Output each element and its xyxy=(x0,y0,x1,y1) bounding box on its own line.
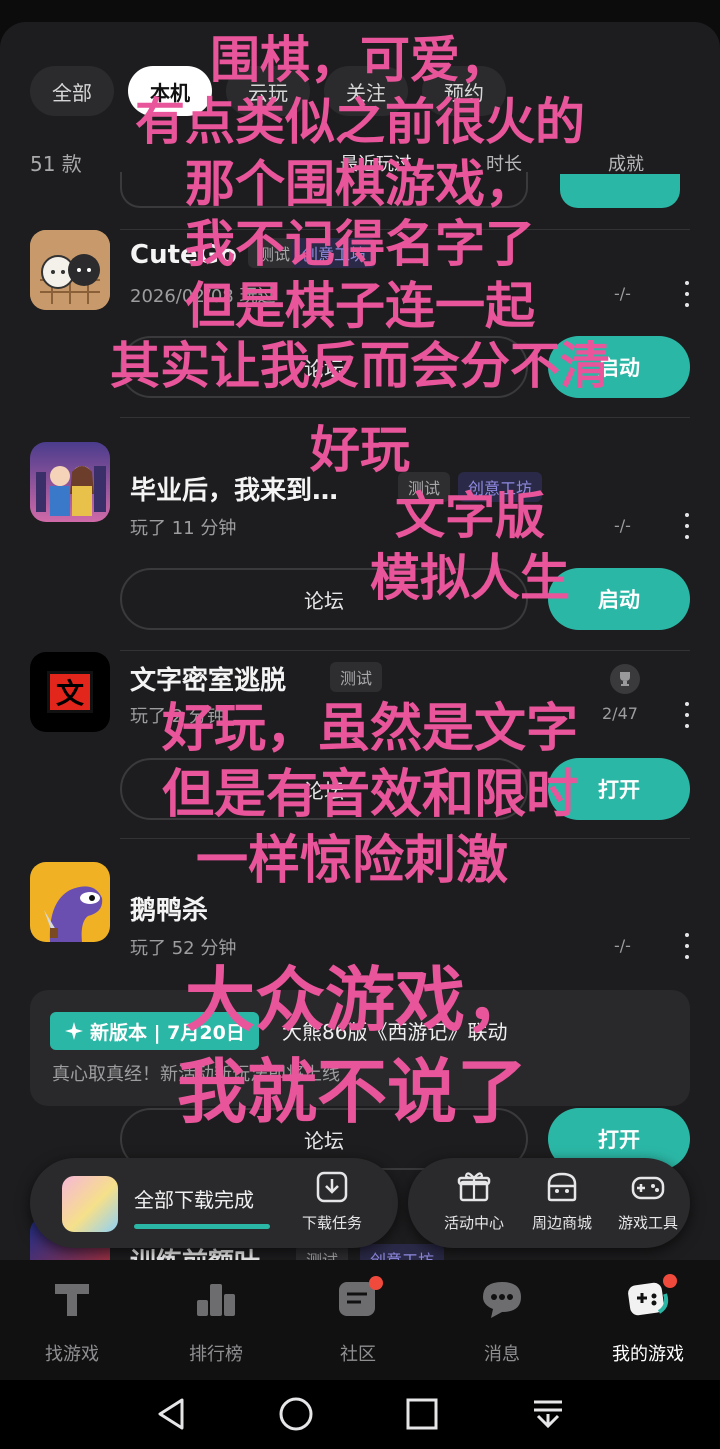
back-icon[interactable] xyxy=(152,1394,192,1434)
forum-button[interactable]: 论坛 xyxy=(120,336,528,398)
last-played: 2026/02/08 玩过 xyxy=(130,286,276,307)
notification-dot xyxy=(663,1274,677,1288)
activity-center-label: 活动中心 xyxy=(443,1214,504,1232)
tag-workshop: 创意工坊 xyxy=(360,1244,445,1260)
nav-my-games[interactable]: 我的游戏 xyxy=(588,1274,708,1366)
play-duration: 玩了 52 分钟 xyxy=(130,938,237,959)
tab-reserved[interactable]: 预约 xyxy=(422,66,506,116)
download-thumbnail xyxy=(62,1176,118,1232)
tag-test: 测试 xyxy=(330,662,383,692)
open-button[interactable]: 打开 xyxy=(548,758,690,820)
launch-button[interactable]: 启动 xyxy=(548,568,690,630)
play-duration: 玩了 11 分钟 xyxy=(130,518,237,539)
game-name[interactable]: 鹅鸭杀 xyxy=(130,890,208,927)
more-options-icon[interactable] xyxy=(684,702,690,728)
launch-button-partial[interactable] xyxy=(560,174,680,208)
bottom-navigation: 找游戏 排行榜 社区 消息 我的游戏 xyxy=(0,1260,720,1380)
game-tools-label: 游戏工具 xyxy=(617,1214,678,1232)
find-games-icon xyxy=(49,1276,95,1322)
forum-button[interactable]: 论坛 xyxy=(120,568,528,630)
system-navigation-bar xyxy=(0,1380,720,1449)
message-icon xyxy=(479,1276,525,1322)
game-name[interactable]: CuteGo xyxy=(130,240,237,270)
achievement-value: 2/47 xyxy=(602,704,638,723)
news-subtitle: 真心取真经！新活动新玩法即将上线 xyxy=(52,1064,340,1085)
nav-community[interactable]: 社区 xyxy=(298,1276,418,1366)
nav-label: 社区 xyxy=(340,1344,376,1365)
home-icon[interactable] xyxy=(276,1394,316,1434)
download-progress-bar xyxy=(134,1224,270,1229)
nav-messages[interactable]: 消息 xyxy=(442,1276,562,1366)
news-title: 大熊86版《西游记》联动 xyxy=(282,1020,508,1044)
notifications-pull-icon[interactable] xyxy=(528,1394,568,1434)
nav-label: 找游戏 xyxy=(45,1344,99,1365)
graduation-game-icon[interactable] xyxy=(30,442,110,522)
tag-test: 测试 xyxy=(398,472,451,502)
my-games-icon xyxy=(625,1274,677,1322)
game-name[interactable]: 文字密室逃脱 xyxy=(130,660,286,697)
launch-button[interactable]: 启动 xyxy=(548,336,690,398)
more-options-icon[interactable] xyxy=(684,933,690,959)
screen: 全部 本机 云玩 关注 预约 51 款 最近玩过 时长 成就 CuteGo 测试… xyxy=(0,0,720,1449)
download-icon xyxy=(315,1170,349,1204)
icon-character: 文 xyxy=(47,671,93,713)
nav-ranking[interactable]: 排行榜 xyxy=(156,1276,276,1366)
nav-label: 我的游戏 xyxy=(612,1344,684,1365)
download-dock[interactable]: 全部下载完成 下载任务 xyxy=(30,1158,398,1248)
forum-button-partial[interactable] xyxy=(120,172,528,208)
gamepad-icon xyxy=(631,1170,665,1204)
nav-label: 排行榜 xyxy=(189,1344,243,1365)
divider xyxy=(120,650,690,651)
community-icon xyxy=(335,1276,383,1322)
gift-icon xyxy=(457,1170,491,1204)
cutego-icon[interactable] xyxy=(30,230,110,310)
tag-workshop: 创意工坊 xyxy=(292,238,377,268)
goose-duck-icon[interactable] xyxy=(30,862,110,942)
download-tasks-button[interactable]: 下载任务 xyxy=(292,1170,372,1233)
more-options-icon[interactable] xyxy=(684,513,690,539)
divider xyxy=(120,229,690,230)
tab-all[interactable]: 全部 xyxy=(30,66,114,116)
merch-store-label: 周边商城 xyxy=(531,1214,592,1232)
download-tasks-label: 下载任务 xyxy=(301,1214,362,1232)
forum-button[interactable]: 论坛 xyxy=(120,758,528,820)
badge-label: 新版本 | 7月20日 xyxy=(90,1021,245,1044)
more-options-icon[interactable] xyxy=(684,281,690,307)
tab-local[interactable]: 本机 xyxy=(128,66,212,116)
news-banner[interactable]: 新版本 | 7月20日 大熊86版《西游记》联动 真心取真经！新活动新玩法即将上… xyxy=(30,990,690,1106)
game-tools-button[interactable]: 游戏工具 xyxy=(606,1170,690,1233)
play-duration: 玩了 2 分钟 xyxy=(130,706,225,727)
tag-workshop: 创意工坊 xyxy=(458,472,543,502)
nav-find-games[interactable]: 找游戏 xyxy=(12,1276,132,1366)
merch-store-button[interactable]: 周边商城 xyxy=(520,1170,604,1233)
notification-dot xyxy=(369,1276,383,1290)
game-count: 51 款 xyxy=(30,152,82,176)
sparkle-icon xyxy=(65,1022,83,1040)
new-version-badge: 新版本 | 7月20日 xyxy=(50,1012,259,1050)
achievement-value: -/- xyxy=(614,284,631,303)
activity-center-button[interactable]: 活动中心 xyxy=(432,1170,516,1233)
game-name[interactable]: 毕业后，我来到… xyxy=(130,470,338,507)
store-icon xyxy=(545,1170,579,1204)
trophy-icon xyxy=(610,664,640,694)
quick-actions-dock: 活动中心 周边商城 游戏工具 xyxy=(408,1158,690,1248)
my-games-panel: 全部 本机 云玩 关注 预约 51 款 最近玩过 时长 成就 CuteGo 测试… xyxy=(0,22,720,1260)
achievement-value: -/- xyxy=(614,516,631,535)
sort-achievement[interactable]: 成就 xyxy=(608,150,644,176)
divider xyxy=(120,417,690,418)
tab-cloud[interactable]: 云玩 xyxy=(226,66,310,116)
recents-icon[interactable] xyxy=(402,1394,442,1434)
escape-room-icon[interactable]: 文 xyxy=(30,652,110,732)
tab-following[interactable]: 关注 xyxy=(324,66,408,116)
download-status: 全部下载完成 xyxy=(134,1188,254,1212)
nav-label: 消息 xyxy=(484,1344,520,1365)
achievement-value: -/- xyxy=(614,936,631,955)
filter-tabs: 全部 本机 云玩 关注 预约 xyxy=(30,66,506,116)
divider xyxy=(120,838,690,839)
ranking-icon xyxy=(193,1276,239,1322)
